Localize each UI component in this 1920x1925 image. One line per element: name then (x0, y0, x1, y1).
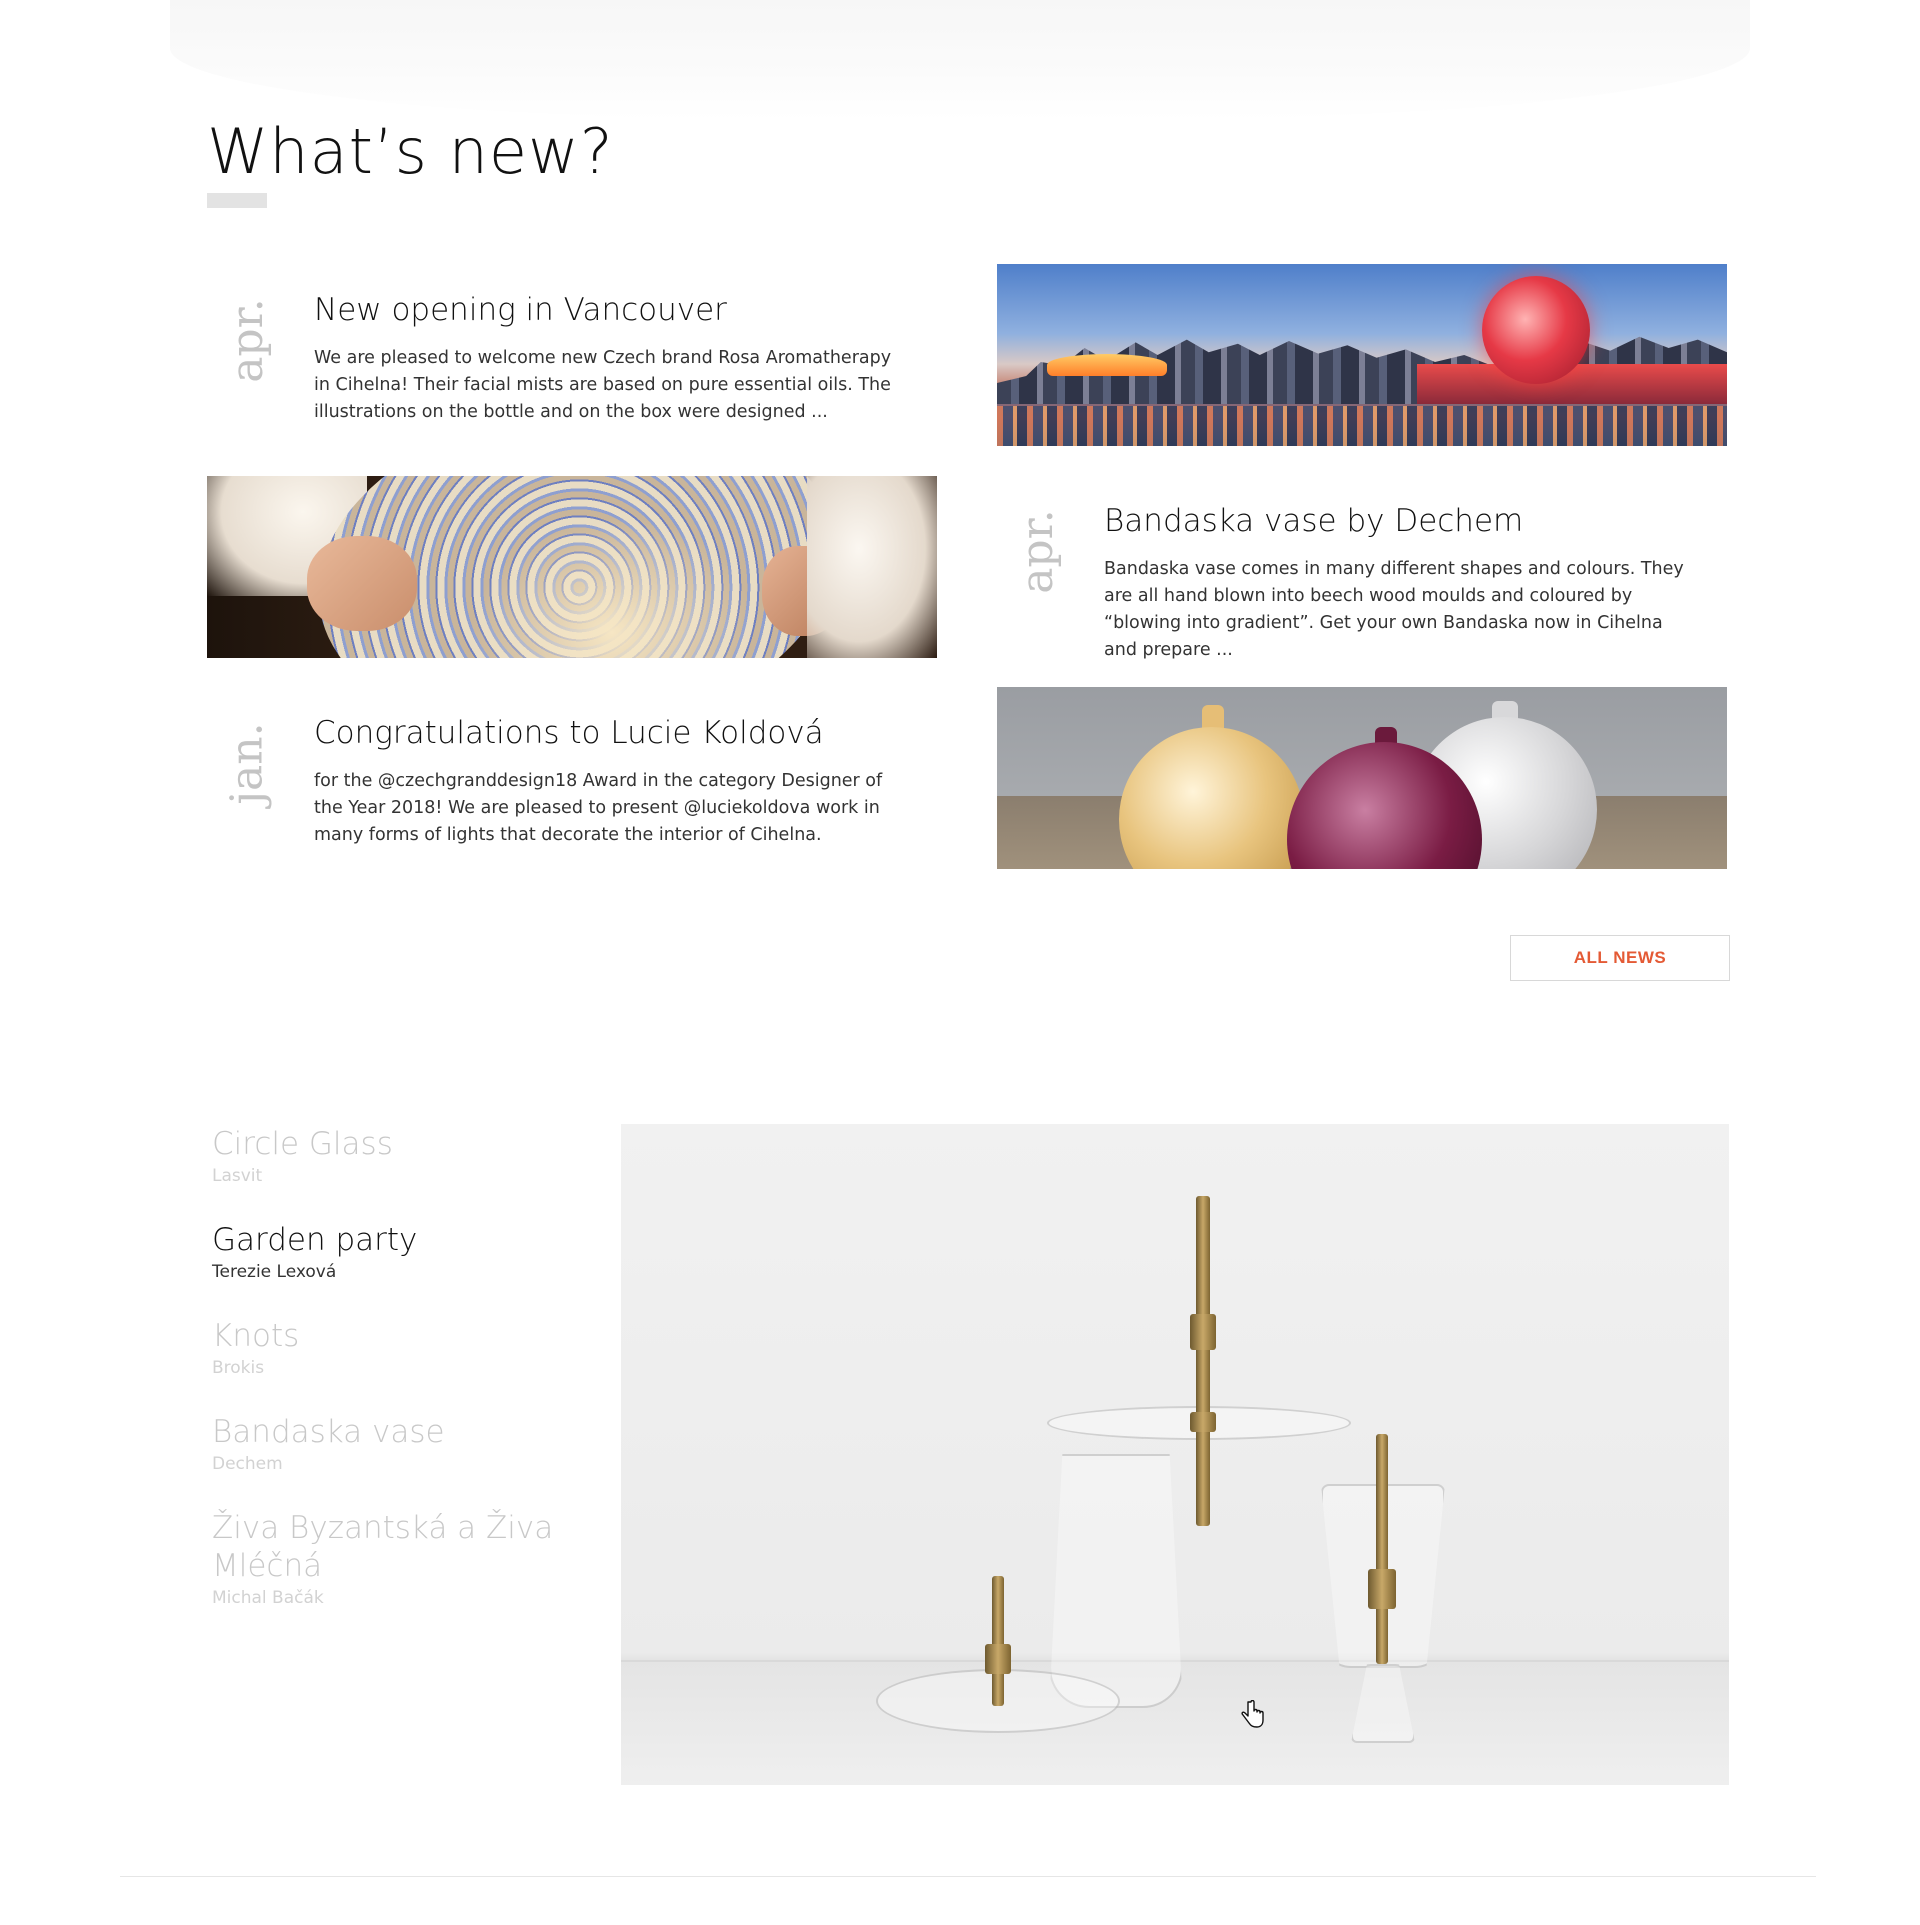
product-maker: Michal Bačák (212, 1588, 324, 1608)
news-excerpt: for the @czechgranddesign18 Award in the… (314, 771, 883, 845)
news-date: jan. (221, 721, 273, 805)
section-title: What’s new? (207, 115, 614, 188)
product-name: Circle Glass (212, 1126, 393, 1162)
product-maker: Terezie Lexová (212, 1262, 337, 1282)
news-image-vancouver[interactable] (997, 264, 1727, 446)
footer-divider (120, 1876, 1816, 1877)
product-item-knots[interactable]: Knots Brokis (212, 1317, 592, 1379)
product-maker: Lasvit (212, 1166, 263, 1186)
product-list: Circle Glass Lasvit Garden party Terezie… (212, 1125, 592, 1643)
product-name: Živa Byzantská a Živa Mléčná (212, 1510, 554, 1584)
news-title[interactable]: Bandaska vase by Dechem (1104, 503, 1523, 539)
product-maker: Brokis (212, 1358, 265, 1378)
product-item-bandaska-vase[interactable]: Bandaska vase Dechem (212, 1413, 592, 1475)
all-news-button[interactable]: ALL NEWS (1510, 935, 1730, 981)
news-image-vases[interactable] (997, 687, 1727, 869)
hand-pointer-icon (1241, 1700, 1264, 1728)
product-maker: Dechem (212, 1454, 283, 1474)
news-title[interactable]: New opening in Vancouver (314, 292, 727, 328)
product-name: Bandaska vase (212, 1414, 445, 1450)
product-item-circle-glass[interactable]: Circle Glass Lasvit (212, 1125, 592, 1187)
news-excerpt: We are pleased to welcome new Czech bran… (314, 348, 892, 422)
product-name: Knots (212, 1318, 300, 1354)
product-item-garden-party[interactable]: Garden party Terezie Lexová (212, 1221, 592, 1283)
news-excerpt: Bandaska vase comes in many different sh… (1104, 559, 1684, 660)
product-name: Garden party (212, 1222, 418, 1258)
news-title[interactable]: Congratulations to Lucie Koldová (314, 715, 824, 751)
news-date: apr. (221, 297, 273, 383)
news-date: apr. (1011, 508, 1063, 594)
news-item-vancouver[interactable]: apr. New opening in Vancouver We are ple… (207, 265, 937, 445)
featured-product-image[interactable] (621, 1124, 1729, 1785)
title-underline (207, 193, 267, 208)
news-image-plate[interactable] (207, 476, 937, 658)
news-item-bandaska[interactable]: apr. Bandaska vase by Dechem Bandaska va… (997, 476, 1727, 660)
product-item-ziva[interactable]: Živa Byzantská a Živa Mléčná Michal Bačá… (212, 1509, 592, 1609)
header-shadow (170, 0, 1750, 120)
news-item-koldova[interactable]: jan. Congratulations to Lucie Koldová fo… (207, 688, 937, 868)
